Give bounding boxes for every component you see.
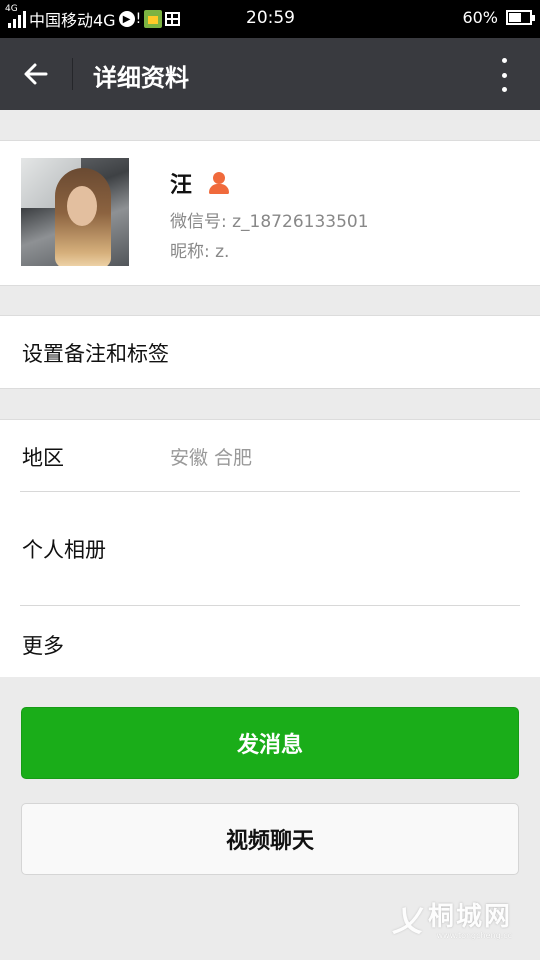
avatar[interactable]: [21, 158, 129, 266]
female-gender-icon: [208, 172, 230, 194]
signal-icon: 4G: [5, 4, 26, 28]
calendar-icon: [165, 12, 181, 26]
remark-tags-label: 设置备注和标签: [22, 342, 169, 366]
more-dot-icon: [501, 58, 507, 63]
divider: [20, 491, 520, 492]
media-icon: ▶: [118, 11, 135, 27]
region-label: 地区: [22, 446, 64, 470]
divider: [20, 605, 520, 606]
battery-percent: 60%: [462, 8, 498, 27]
status-bar-left: 4G 中国移动4G ▶ !: [5, 4, 181, 31]
carrier-label: 中国移动4G: [29, 11, 116, 30]
watermark-url: www.tongcheng.cc: [436, 931, 513, 940]
remark-tags-row[interactable]: 设置备注和标签: [0, 315, 540, 389]
watermark-logo-icon: 乂: [391, 904, 422, 939]
nickname: 昵称: z.: [170, 242, 230, 262]
clock: 20:59: [246, 8, 295, 28]
send-message-button[interactable]: 发消息: [21, 707, 519, 779]
page-title: 详细资料: [93, 64, 189, 92]
more-label: 更多: [22, 634, 64, 658]
battery-icon: [506, 10, 535, 25]
back-arrow-icon: [24, 63, 48, 85]
contact-name: 汪: [170, 173, 193, 198]
status-bar: 4G 中国移动4G ▶ ! 20:59 60%: [0, 0, 540, 38]
more-dot-icon: [501, 72, 507, 78]
personal-album-label: 个人相册: [22, 538, 106, 562]
video-chat-button[interactable]: 视频聊天: [21, 803, 519, 875]
name-row: 汪: [170, 167, 230, 199]
more-options-button[interactable]: [494, 58, 514, 92]
title-bar: 详细资料: [0, 38, 540, 110]
status-bar-right: 60%: [462, 8, 535, 27]
wechat-id: 微信号: z_18726133501: [170, 212, 369, 232]
battery-level: [509, 13, 521, 22]
more-dot-icon: [501, 87, 507, 92]
network-type-badge: 4G: [5, 4, 18, 14]
info-card: 地区 安徽 合肥 个人相册 更多: [0, 419, 540, 677]
site-watermark: 乂 桐城网 www.tongcheng.cc: [392, 896, 512, 940]
profile-card: 汪 微信号: z_18726133501 昵称: z.: [0, 140, 540, 286]
region-value: 安徽 合肥: [170, 447, 253, 469]
back-button[interactable]: [14, 52, 58, 96]
watermark-text: 桐城网: [427, 902, 512, 932]
title-divider: [72, 58, 73, 90]
divider: [20, 388, 520, 389]
alert-icon: !: [135, 11, 142, 27]
app-notification-icon: [144, 10, 163, 28]
